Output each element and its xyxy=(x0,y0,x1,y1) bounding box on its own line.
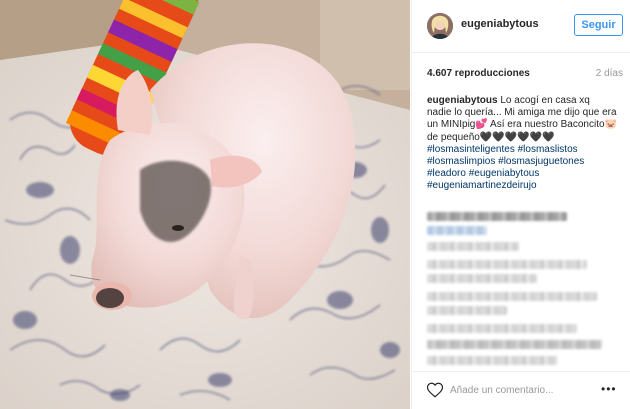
post-image[interactable] xyxy=(0,0,410,409)
blurred-comment xyxy=(427,324,577,333)
blurred-comment xyxy=(427,226,487,235)
pig-photo xyxy=(0,0,410,409)
hashtag-line[interactable]: #losmaslimpios #losmasjuguetones xyxy=(427,156,617,168)
post-username[interactable]: eugeniabytous xyxy=(461,18,539,30)
blurred-comment xyxy=(427,306,507,315)
post-stats: 4.607 reproducciones 2 días xyxy=(427,68,623,82)
view-count[interactable]: 4.607 reproducciones xyxy=(427,68,530,79)
more-options-icon[interactable]: ••• xyxy=(601,382,617,396)
avatar-icon xyxy=(427,13,453,39)
blurred-comment xyxy=(427,274,537,283)
hashtag-line[interactable]: #leadoro #eugeniabytous xyxy=(427,168,617,180)
follow-button[interactable]: Seguir xyxy=(574,14,623,36)
blurred-comment xyxy=(427,292,597,301)
post-age[interactable]: 2 días xyxy=(596,68,623,79)
blurred-comment xyxy=(427,356,557,365)
post-side-panel: eugeniabytous Seguir 4.607 reproduccione… xyxy=(411,0,630,409)
post-header: eugeniabytous Seguir xyxy=(412,0,630,53)
blurred-comment xyxy=(427,340,602,349)
instagram-post-modal: eugeniabytous Seguir 4.607 reproduccione… xyxy=(0,0,630,409)
hashtag-line[interactable]: #eugeniamartinezdeirujo xyxy=(427,180,617,192)
hashtag-line[interactable]: #losmasinteligentes #losmaslistos xyxy=(427,144,617,156)
comment-bar: ••• xyxy=(412,371,630,409)
blurred-comment xyxy=(427,212,567,221)
post-caption: eugeniabytous Lo acogí en casa xq nadie … xyxy=(427,95,617,193)
blurred-comment xyxy=(427,260,587,269)
blurred-comment xyxy=(427,242,519,251)
heart-icon[interactable] xyxy=(426,381,444,399)
avatar[interactable] xyxy=(427,13,453,39)
caption-username[interactable]: eugeniabytous xyxy=(427,95,498,106)
comment-input[interactable] xyxy=(450,381,590,399)
